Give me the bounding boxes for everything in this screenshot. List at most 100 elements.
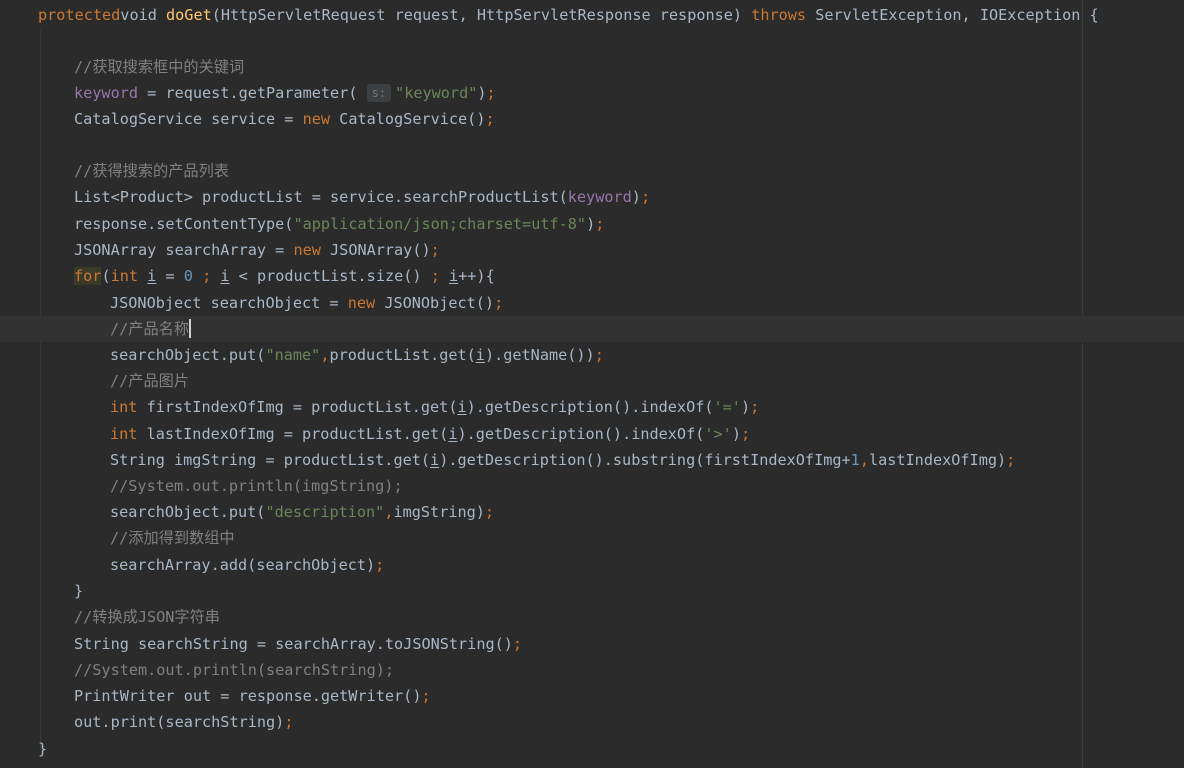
code-token: String searchString = searchArray.toJSON… (74, 635, 513, 653)
code-line[interactable]: //获取搜索框中的关键词 (74, 54, 244, 80)
code-line[interactable]: } (74, 578, 83, 604)
code-token: JSONObject searchObject = (110, 294, 348, 312)
code-token: ; (430, 241, 440, 259)
code-token: doGet (166, 6, 212, 24)
code-token: JSONArray() (320, 241, 431, 259)
right-margin-guide (1082, 0, 1083, 768)
code-token: "description" (265, 503, 385, 521)
code-line[interactable]: searchArray.add(searchObject); (110, 552, 384, 578)
code-line[interactable]: keyword = request.getParameter( s: "keywo… (74, 80, 496, 106)
code-token: i (457, 398, 467, 416)
code-token: ; (421, 687, 431, 705)
code-token: ; (192, 267, 221, 285)
code-line[interactable]: protectedvoid doGet(HttpServletRequest r… (38, 2, 1099, 28)
code-line[interactable]: List<Product> productList = service.sear… (74, 184, 650, 210)
code-token: //System.out.println(imgString); (110, 477, 403, 495)
code-line[interactable]: //System.out.println(imgString); (110, 473, 403, 499)
code-line[interactable]: JSONObject searchObject = new JSONObject… (110, 290, 503, 316)
code-line[interactable]: CatalogService service = new CatalogServ… (74, 106, 495, 132)
code-token: ; (1006, 451, 1016, 469)
code-token: "name" (265, 346, 321, 364)
code-token: for (74, 267, 102, 285)
code-token: = (156, 267, 184, 285)
code-token: 0 (183, 267, 193, 285)
code-token: //转换成JSON字符串 (74, 608, 220, 626)
code-token: ; (284, 713, 294, 731)
code-token: new (347, 294, 376, 312)
code-token: searchObject.put( (110, 346, 266, 364)
code-token: ; (594, 346, 604, 364)
code-token: ; (486, 84, 496, 102)
code-line[interactable]: searchObject.put("description",imgString… (110, 499, 494, 525)
code-token: imgString) (393, 503, 485, 521)
code-token: ++){ (458, 267, 495, 285)
code-token: ) (477, 84, 487, 102)
code-token: CatalogService service = (74, 110, 303, 128)
code-token: ( (101, 267, 111, 285)
code-token: 1 (850, 451, 860, 469)
code-token: //System.out.println(searchString); (74, 661, 395, 679)
code-token: i (475, 346, 485, 364)
code-token: ; (430, 267, 449, 285)
code-token: } (74, 582, 84, 600)
code-token: '>' (704, 425, 732, 443)
code-token: ; (750, 398, 760, 416)
code-token: productList.get( (329, 346, 476, 364)
code-line[interactable]: int lastIndexOfImg = productList.get(i).… (110, 421, 750, 447)
code-token: protected (38, 6, 121, 24)
code-token: ; (484, 503, 495, 521)
code-token: JSONArray searchArray = (74, 241, 294, 259)
code-token: ; (375, 556, 385, 574)
code-token: PrintWriter out = response.getWriter() (74, 687, 422, 705)
code-token: < productList.size() (229, 267, 431, 285)
code-token: ).getName()) (484, 346, 595, 364)
code-token: int (110, 398, 147, 416)
code-line[interactable]: int firstIndexOfImg = productList.get(i)… (110, 394, 759, 420)
code-line[interactable]: //获得搜索的产品列表 (74, 158, 229, 184)
code-token: ; (485, 110, 495, 128)
code-line[interactable]: //转换成JSON字符串 (74, 604, 220, 630)
code-token: List<Product> productList = service.sear… (74, 188, 568, 206)
code-token: ) (631, 188, 641, 206)
code-editor[interactable]: protectedvoid doGet(HttpServletRequest r… (0, 0, 1184, 768)
code-line[interactable]: } (38, 736, 47, 762)
code-line[interactable]: for(int i = 0 ; i < productList.size() ;… (74, 263, 495, 289)
code-token: ).getDescription().indexOf( (457, 425, 705, 443)
code-line[interactable]: JSONArray searchArray = new JSONArray(); (74, 237, 440, 263)
code-token: i (448, 267, 459, 285)
code-token: , (859, 451, 869, 469)
code-token: (HttpServletRequest request, HttpServlet… (211, 6, 752, 24)
code-token: ; (740, 425, 751, 443)
code-line[interactable]: String searchString = searchArray.toJSON… (74, 631, 522, 657)
code-line[interactable]: //产品名称 (110, 316, 192, 342)
text-caret (189, 319, 192, 338)
code-token: ; (494, 294, 504, 312)
code-token: = request.getParameter( (138, 84, 367, 102)
code-line[interactable]: out.print(searchString); (74, 709, 293, 735)
code-token: i (430, 451, 440, 469)
code-token: new (302, 110, 331, 128)
code-line[interactable]: //添加得到数组中 (110, 525, 235, 551)
code-token: ; (512, 635, 523, 653)
code-token: "keyword" (395, 84, 478, 102)
parameter-hint: s: (366, 84, 392, 102)
code-line[interactable]: PrintWriter out = response.getWriter(); (74, 683, 431, 709)
code-token: //产品名称 (110, 320, 190, 338)
code-line[interactable]: //产品图片 (110, 368, 189, 394)
code-token: ) (731, 425, 741, 443)
code-token: //添加得到数组中 (110, 529, 235, 547)
code-token: ).getDescription().substring(firstIndexO… (439, 451, 851, 469)
code-line[interactable]: String imgString = productList.get(i).ge… (110, 447, 1015, 473)
code-token: ).getDescription().indexOf( (466, 398, 714, 416)
code-token: keyword (74, 84, 139, 102)
code-token: keyword (567, 188, 632, 206)
code-token: "application/json;charset=utf-8" (293, 215, 587, 233)
indent-guide (40, 30, 41, 750)
code-line[interactable]: response.setContentType("application/jso… (74, 211, 604, 237)
code-token: firstIndexOfImg = productList.get( (146, 398, 458, 416)
code-line[interactable]: searchObject.put("name",productList.get(… (110, 342, 604, 368)
code-line[interactable]: //System.out.println(searchString); (74, 657, 394, 683)
code-token: //产品图片 (110, 372, 190, 390)
code-token: out.print(searchString) (74, 713, 285, 731)
code-token: lastIndexOfImg) (868, 451, 1007, 469)
